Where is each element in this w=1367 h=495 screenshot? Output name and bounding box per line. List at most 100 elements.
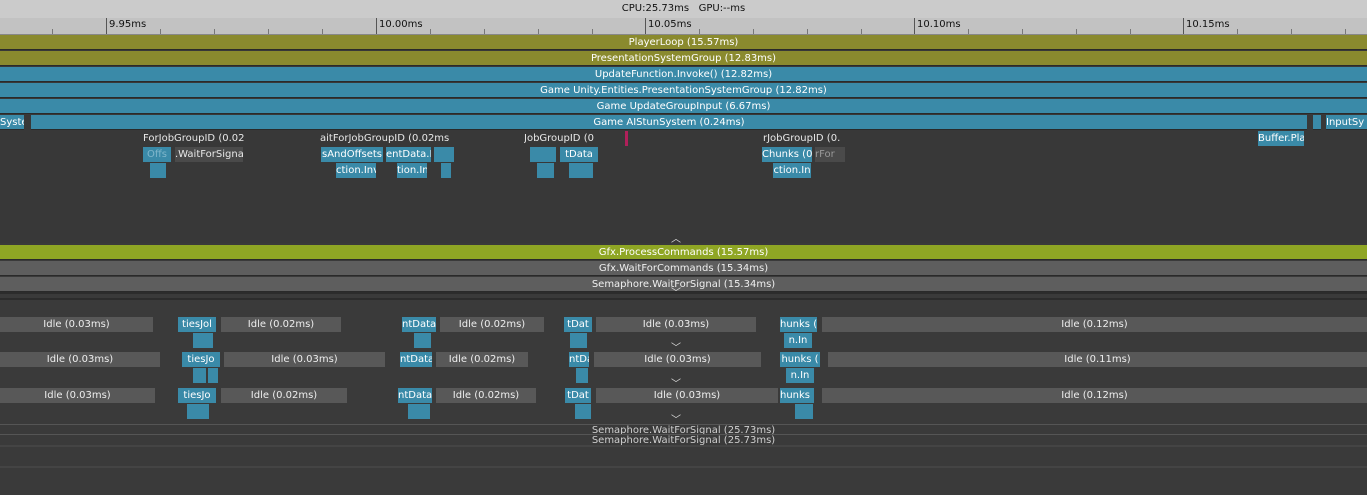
wait-job-group-1[interactable]: ForJobGroupID (0.02 bbox=[143, 131, 247, 146]
presentation-group-bar[interactable]: PresentationSystemGroup (12.83ms) bbox=[0, 51, 1367, 66]
job-data[interactable]: ntData bbox=[569, 352, 589, 367]
thread-separator bbox=[0, 298, 1367, 300]
job-invoke[interactable]: n.In bbox=[784, 333, 812, 348]
job-invoke-b[interactable]: tion.In bbox=[397, 163, 427, 178]
job-data[interactable]: tDat bbox=[564, 317, 592, 332]
job-small[interactable] bbox=[414, 333, 431, 348]
job-ent-data[interactable]: entData.I bbox=[386, 147, 431, 162]
ruler-label: 10.00ms bbox=[379, 19, 423, 30]
job-chunks[interactable]: hunks ( bbox=[780, 352, 820, 367]
job-small-dim[interactable] bbox=[530, 147, 556, 162]
idle-block[interactable]: Idle (0.11ms) bbox=[828, 352, 1367, 367]
job-small-dim[interactable] bbox=[569, 163, 593, 178]
job-small[interactable] bbox=[537, 163, 554, 178]
job-small[interactable] bbox=[408, 404, 430, 419]
ruler-minor-tick bbox=[968, 29, 969, 34]
ruler-minor-tick bbox=[1022, 29, 1023, 34]
ruler-minor-tick bbox=[699, 29, 700, 34]
highlight-marker bbox=[625, 131, 628, 146]
time-ruler[interactable]: 9.95ms 10.00ms 10.05ms 10.10ms 10.15ms bbox=[0, 18, 1367, 35]
idle-block[interactable]: Idle (0.03ms) bbox=[224, 352, 385, 367]
ruler-minor-tick bbox=[484, 29, 485, 34]
ruler-minor-tick bbox=[214, 29, 215, 34]
ruler-minor-tick bbox=[322, 29, 323, 34]
idle-block[interactable]: Idle (0.12ms) bbox=[822, 388, 1367, 403]
ruler-minor-tick bbox=[430, 29, 431, 34]
job-ent-data[interactable]: ntData bbox=[398, 388, 432, 403]
ruler-label: 10.15ms bbox=[1186, 19, 1230, 30]
thread-separator bbox=[0, 292, 1367, 294]
wait-commands-bar[interactable]: Gfx.WaitForCommands (15.34ms) bbox=[0, 261, 1367, 276]
job-small[interactable] bbox=[576, 368, 588, 383]
ruler-label: 9.95ms bbox=[109, 19, 147, 30]
wait-job-group-2[interactable]: aitForJobGroupID (0.02ms bbox=[320, 131, 458, 146]
job-invoke-a[interactable]: ction.Inv bbox=[336, 163, 376, 178]
idle-block[interactable]: Idle (0.03ms) bbox=[596, 388, 778, 403]
job-invoke-c[interactable]: ction.In bbox=[773, 163, 811, 178]
ruler-minor-tick bbox=[1130, 29, 1131, 34]
job-small[interactable] bbox=[795, 404, 813, 419]
job-sizes-offsets[interactable]: sAndOffsets bbox=[321, 147, 383, 162]
job-small[interactable] bbox=[193, 333, 213, 348]
ruler-minor-tick bbox=[753, 29, 754, 34]
job-small[interactable] bbox=[193, 368, 206, 383]
wait-dim[interactable]: rFor bbox=[815, 147, 845, 162]
process-commands-bar[interactable]: Gfx.ProcessCommands (15.57ms) bbox=[0, 245, 1367, 260]
job-small[interactable] bbox=[150, 163, 166, 178]
idle-block[interactable]: Idle (0.03ms) bbox=[594, 352, 761, 367]
ruler-label: 10.10ms bbox=[917, 19, 961, 30]
job-small[interactable] bbox=[208, 368, 218, 383]
small-system-bar[interactable] bbox=[1313, 115, 1321, 130]
job-small[interactable] bbox=[575, 404, 591, 419]
job-ent-data[interactable]: ntData bbox=[400, 352, 432, 367]
ruler-minor-tick bbox=[1237, 29, 1238, 34]
wait-job-group-4[interactable]: rJobGroupID (0. bbox=[763, 131, 847, 146]
idle-block[interactable]: Idle (0.02ms) bbox=[440, 317, 544, 332]
idle-block[interactable]: Idle (0.03ms) bbox=[0, 317, 153, 332]
cpu-time: CPU:25.73ms bbox=[621, 3, 690, 14]
job-invoke[interactable]: n.In bbox=[786, 368, 814, 383]
ruler-minor-tick bbox=[538, 29, 539, 34]
ruler-minor-tick bbox=[1291, 29, 1292, 34]
job-small[interactable] bbox=[434, 147, 454, 162]
job-data[interactable]: tDat bbox=[565, 388, 591, 403]
job-entities[interactable]: tiesJol bbox=[178, 317, 216, 332]
player-loop-bar[interactable]: PlayerLoop (15.57ms) bbox=[0, 35, 1367, 50]
entities-group-bar[interactable]: Game Unity.Entities.PresentationSystemGr… bbox=[0, 83, 1367, 98]
input-system-bar[interactable]: InputSy bbox=[1326, 115, 1367, 130]
ruler-minor-tick bbox=[1345, 29, 1346, 34]
ruler-minor-tick bbox=[268, 29, 269, 34]
idle-block[interactable]: Idle (0.03ms) bbox=[0, 388, 155, 403]
idle-block[interactable]: Idle (0.02ms) bbox=[436, 388, 536, 403]
update-invoke-bar[interactable]: UpdateFunction.Invoke() (12.82ms) bbox=[0, 67, 1367, 82]
ruler-minor-tick bbox=[861, 29, 862, 34]
ruler-label: 10.05ms bbox=[648, 19, 692, 30]
job-chunks[interactable]: hunks ( bbox=[780, 317, 817, 332]
idle-block[interactable]: Idle (0.02ms) bbox=[221, 317, 341, 332]
ruler-minor-tick bbox=[160, 29, 161, 34]
job-chunks[interactable]: hunks ( bbox=[780, 388, 814, 403]
wait-job-group-3[interactable]: JobGroupID (0 bbox=[524, 131, 596, 146]
idle-block[interactable]: Idle (0.03ms) bbox=[0, 352, 160, 367]
collapse-chevron-up-icon[interactable]: ︿ bbox=[666, 235, 686, 245]
stun-system-bar[interactable]: Game AIStunSystem (0.24ms) bbox=[31, 115, 1307, 130]
job-chunks[interactable]: Chunks (0 bbox=[762, 147, 812, 162]
idle-block[interactable]: Idle (0.03ms) bbox=[596, 317, 756, 332]
job-entities[interactable]: tiesJo bbox=[182, 352, 220, 367]
idle-block[interactable]: Idle (0.12ms) bbox=[822, 317, 1367, 332]
system-bar-left[interactable]: Syste bbox=[0, 115, 24, 130]
job-small-dim[interactable] bbox=[187, 404, 209, 419]
job-ent-data[interactable]: ntData bbox=[402, 317, 436, 332]
wait-for-signal[interactable]: .WaitForSigna bbox=[175, 147, 243, 162]
idle-block[interactable]: Idle (0.02ms) bbox=[221, 388, 347, 403]
update-input-bar[interactable]: Game UpdateGroupInput (6.67ms) bbox=[0, 99, 1367, 114]
job-buffer[interactable]: Buffer.Pla bbox=[1258, 131, 1304, 146]
frame-timing-header: CPU:25.73ms GPU:--ms bbox=[0, 0, 1367, 18]
job-small[interactable] bbox=[441, 163, 451, 178]
job-entities[interactable]: tiesJo bbox=[178, 388, 216, 403]
semaphore-collapsed-b[interactable]: Semaphore.WaitForSignal (25.73ms) bbox=[0, 434, 1367, 445]
idle-block[interactable]: Idle (0.02ms) bbox=[436, 352, 528, 367]
job-ent-data-2[interactable]: tData bbox=[560, 147, 598, 162]
job-offsets[interactable]: Offs bbox=[143, 147, 171, 162]
job-small[interactable] bbox=[570, 333, 587, 348]
